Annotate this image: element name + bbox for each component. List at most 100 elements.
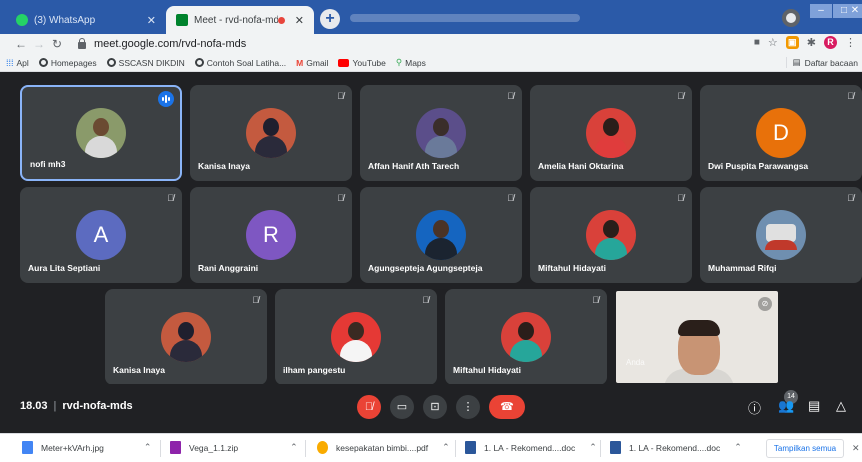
- avatar: A: [76, 210, 126, 260]
- mic-off-icon: 🎙̸: [592, 295, 599, 305]
- download-item[interactable]: Meter+kVArh.jpg ⌃: [22, 441, 151, 454]
- divider: [455, 440, 456, 457]
- chevron-up-icon[interactable]: ⌃: [734, 442, 742, 453]
- participant-tile[interactable]: 🎙̸ Agungsepteja Agungsepteja: [360, 187, 522, 283]
- show-all-downloads-button[interactable]: Tampilkan semua: [766, 439, 844, 458]
- meeting-details[interactable]: 18.03 | rvd-nofa-mds: [20, 400, 133, 412]
- participant-tile[interactable]: 🎙̸ Amelia Hani Oktarina: [530, 85, 692, 181]
- mic-off-icon: 🎙̸: [422, 295, 429, 305]
- tab-meet[interactable]: Meet - rvd-nofa-mds ✕: [166, 6, 314, 34]
- minimize-button[interactable]: –: [810, 4, 832, 18]
- whatsapp-icon: [16, 14, 28, 26]
- activities-icon[interactable]: △: [836, 398, 846, 414]
- participant-tile[interactable]: 🎙̸ Kanisa Inaya: [190, 85, 352, 181]
- bookmark-contoh-soal[interactable]: Contoh Soal Latiha...: [194, 58, 286, 68]
- leave-call-button[interactable]: ☎: [489, 395, 525, 419]
- close-icon[interactable]: ✕: [147, 14, 156, 27]
- back-icon[interactable]: ←: [12, 37, 30, 51]
- reading-list-label: Daftar bacaan: [804, 57, 858, 68]
- puzzle-icon[interactable]: ✱: [807, 36, 816, 49]
- new-tab-button[interactable]: +: [320, 9, 340, 29]
- reading-list[interactable]: ▤ Daftar bacaan: [785, 57, 858, 68]
- tab-title: Meet - rvd-nofa-mds: [194, 14, 278, 26]
- people-icon[interactable]: 👥: [778, 398, 794, 414]
- participant-tile[interactable]: A 🎙̸ Aura Lita Septiani: [20, 187, 182, 283]
- mic-off-icon: 🎙̸: [252, 295, 259, 305]
- participant-tile[interactable]: R 🎙̸ Rani Anggraini: [190, 187, 352, 283]
- download-item[interactable]: kesepakatan bimbi....pdf ⌃: [317, 441, 450, 454]
- info-icon[interactable]: ⓘ: [748, 398, 761, 417]
- reading-list-icon: ▤: [792, 57, 801, 67]
- participant-tile[interactable]: 🎙̸ Miftahul Hidayati: [445, 289, 607, 385]
- camera-toggle-button[interactable]: ▭: [390, 395, 414, 419]
- download-filename: kesepakatan bimbi....pdf: [336, 442, 429, 453]
- mic-off-icon: 🎙̸: [507, 91, 514, 101]
- avatar: [76, 108, 126, 158]
- chat-icon[interactable]: ▤: [808, 398, 820, 414]
- chevron-up-icon[interactable]: ⌃: [442, 442, 450, 453]
- bookmark-homepages[interactable]: Homepages: [38, 58, 97, 68]
- download-item[interactable]: Vega_1.1.zip ⌃: [170, 441, 298, 454]
- address-toolbar: ← → ↻ meet.google.com/rvd-nofa-mds ■ ☆ ▣…: [0, 34, 862, 54]
- download-filename: Vega_1.1.zip: [189, 442, 239, 453]
- participant-tile[interactable]: 🎙̸ ilham pangestu: [275, 289, 437, 385]
- mic-off-icon: 🎙̸: [167, 193, 174, 203]
- mic-off-icon: 🎙̸: [337, 91, 344, 101]
- close-window-button[interactable]: ✕: [848, 4, 862, 18]
- participant-tile[interactable]: D 🎙̸ Dwi Puspita Parawangsa: [700, 85, 862, 181]
- lock-icon: [78, 37, 86, 49]
- chevron-up-icon[interactable]: ⌃: [144, 442, 152, 453]
- close-icon[interactable]: ✕: [852, 443, 860, 454]
- menu-icon[interactable]: ⋮: [845, 36, 856, 49]
- avatar[interactable]: R: [824, 36, 837, 49]
- chevron-up-icon[interactable]: ⌃: [290, 442, 298, 453]
- download-filename: 1. LA - Rekomend....doc: [484, 442, 576, 453]
- participant-tile[interactable]: 🎙̸ Miftahul Hidayati: [530, 187, 692, 283]
- address-bar[interactable]: meet.google.com/rvd-nofa-mds: [78, 35, 738, 53]
- bookmark-sscasn[interactable]: SSCASN DIKDIN: [106, 58, 185, 68]
- bookmark-maps[interactable]: ⚲ Maps: [396, 57, 426, 68]
- close-icon[interactable]: ✕: [295, 14, 304, 27]
- bookmark-star-icon[interactable]: ☆: [768, 36, 778, 49]
- participant-tile[interactable]: 🎙̸ Kanisa Inaya: [105, 289, 267, 385]
- self-view[interactable]: ⊘ Anda: [616, 291, 778, 383]
- bookmark-label: Apl: [16, 57, 29, 68]
- participant-tile[interactable]: nofi mh3: [20, 85, 182, 181]
- mic-off-icon: 🎙̸: [364, 401, 374, 413]
- mic-off-icon: 🎙̸: [337, 193, 344, 203]
- avatar-letter: A: [93, 222, 109, 247]
- forward-icon[interactable]: →: [30, 37, 48, 51]
- mic-off-icon: 🎙̸: [507, 193, 514, 203]
- extension-icon[interactable]: ▣: [785, 36, 799, 49]
- meeting-controls: 18.03 | rvd-nofa-mds 🎙̸ ▭ ⊡ ⋮ ☎ ⓘ 14 👥 ▤…: [0, 384, 862, 428]
- bookmark-gmail[interactable]: M Gmail: [296, 58, 328, 68]
- meet-grid: nofi mh3 🎙̸ Kanisa Inaya 🎙̸ Affan Hanif …: [0, 72, 862, 428]
- reload-icon[interactable]: ↻: [48, 37, 66, 51]
- chevron-up-icon[interactable]: ⌃: [589, 442, 597, 453]
- bookmark-apps[interactable]: ⁞⁞⁞ Apl: [6, 58, 29, 68]
- mic-toggle-button[interactable]: 🎙̸: [357, 395, 381, 419]
- mic-off-icon: 🎙̸: [847, 193, 854, 203]
- present-button[interactable]: ⊡: [423, 395, 447, 419]
- bookmarks-bar: ⁞⁞⁞ Apl Homepages SSCASN DIKDIN Contoh S…: [0, 54, 862, 72]
- avatar: [161, 312, 211, 362]
- avatar: [501, 312, 551, 362]
- pdf-file-icon: [317, 441, 328, 454]
- divider: [160, 440, 161, 457]
- more-options-button[interactable]: ⋮: [456, 395, 480, 419]
- profile-icon[interactable]: [782, 9, 800, 27]
- camera-icon[interactable]: ■: [754, 37, 760, 48]
- participant-tile[interactable]: 🎙̸ Muhammad Rifqi: [700, 187, 862, 283]
- mic-off-icon: ⊘: [758, 297, 772, 311]
- bookmark-label: Gmail: [306, 57, 329, 68]
- download-item[interactable]: 1. LA - Rekomend....doc ⌃: [610, 441, 742, 454]
- download-item[interactable]: 1. LA - Rekomend....doc ⌃: [465, 441, 597, 454]
- bookmark-label: YouTube: [352, 57, 386, 68]
- participant-tile[interactable]: 🎙̸ Affan Hanif Ath Tarech: [360, 85, 522, 181]
- download-shelf: Meter+kVArh.jpg ⌃ Vega_1.1.zip ⌃ kesepak…: [0, 433, 862, 462]
- participant-name: Amelia Hani Oktarina: [538, 161, 624, 171]
- mic-off-icon: 🎙̸: [677, 193, 684, 203]
- url-text: meet.google.com/rvd-nofa-mds: [94, 38, 247, 50]
- tab-whatsapp[interactable]: (3) WhatsApp ✕: [6, 6, 166, 34]
- bookmark-youtube[interactable]: YouTube: [338, 57, 386, 68]
